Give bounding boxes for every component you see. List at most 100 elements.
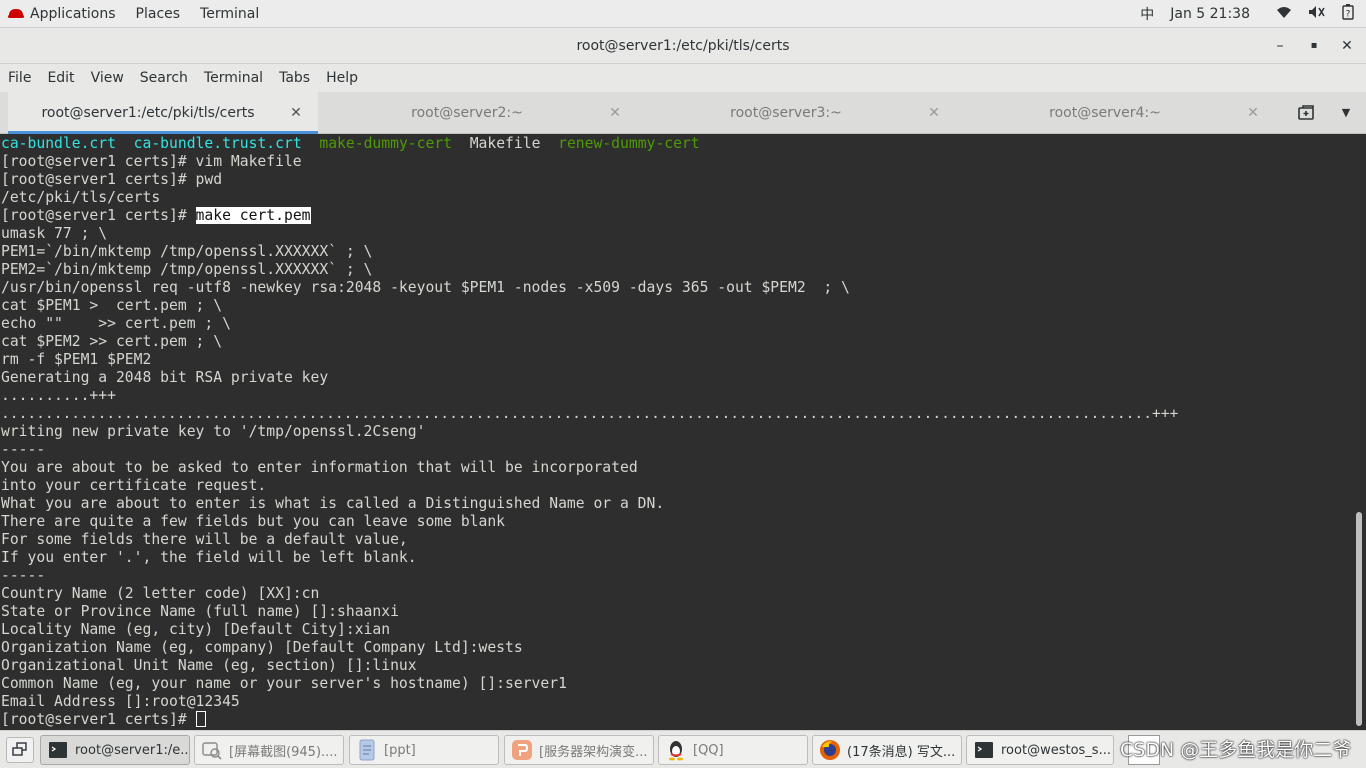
- terminal-line: For some fields there will be a default …: [1, 531, 408, 548]
- clock[interactable]: Jan 5 21:38: [1162, 6, 1268, 22]
- maximize-button[interactable]: ▪: [1303, 36, 1325, 56]
- ls-file: make-dummy-cert: [319, 135, 452, 152]
- tab-server3[interactable]: root@server3:~ ✕: [646, 92, 956, 134]
- terminal-output[interactable]: ca-bundle.crt ca-bundle.trust.crt make-d…: [0, 134, 1352, 730]
- ls-output-line: ca-bundle.crt ca-bundle.trust.crt make-d…: [1, 135, 1352, 153]
- ls-file: ca-bundle.crt: [1, 135, 116, 152]
- volume-icon[interactable]: [1300, 5, 1334, 23]
- window-title: root@server1:/etc/pki/tls/certs: [576, 38, 790, 54]
- terminal-line: PEM2=`/bin/mktemp /tmp/openssl.XXXXXX` ;…: [1, 261, 373, 278]
- tab-close-icon[interactable]: ✕: [288, 104, 304, 122]
- task-label: root@westos_s...: [1001, 742, 1111, 758]
- tab-close-icon[interactable]: ✕: [1245, 104, 1261, 122]
- menu-edit[interactable]: Edit: [39, 70, 82, 86]
- task-label: root@server1:/e...: [75, 742, 189, 758]
- menu-terminal[interactable]: Terminal: [196, 70, 271, 86]
- minimize-button[interactable]: –: [1269, 36, 1291, 56]
- terminal-line: Organization Name (eg, company) [Default…: [1, 639, 523, 656]
- task-label: (17条消息) 写文...: [847, 744, 956, 760]
- firefox-icon: [819, 739, 841, 761]
- terminal-line: What you are about to enter is what is c…: [1, 495, 665, 512]
- terminal-app-menu[interactable]: Terminal: [190, 6, 269, 22]
- terminal-line: ..........+++: [1, 387, 116, 404]
- selected-command[interactable]: make cert.pem: [195, 207, 311, 224]
- wifi-icon[interactable]: [1268, 5, 1300, 23]
- terminal-line: rm -f $PEM1 $PEM2: [1, 351, 152, 368]
- terminal-icon: [973, 739, 995, 761]
- terminal-line: cat $PEM1 > cert.pem ; \: [1, 297, 223, 314]
- system-tray: 中 Jan 5 21:38 ?: [1132, 0, 1366, 28]
- terminal-line: umask 77 ; \: [1, 225, 108, 242]
- menu-bar: File Edit View Search Terminal Tabs Help: [0, 64, 1366, 92]
- input-method-indicator[interactable]: 中: [1132, 4, 1162, 24]
- terminal-line: [root@server1 certs]# vim Makefile: [1, 153, 302, 170]
- terminal-line: [root@server1 certs]# make cert.pem: [1, 207, 1352, 225]
- tab-server1[interactable]: root@server1:/etc/pki/tls/certs ✕: [8, 92, 318, 134]
- tab-close-icon[interactable]: ✕: [926, 104, 942, 122]
- taskbar-item-terminal-westos[interactable]: root@westos_s...: [966, 735, 1114, 765]
- terminal-line: There are quite a few fields but you can…: [1, 513, 506, 530]
- tab-close-icon[interactable]: ✕: [607, 104, 623, 122]
- terminal-line: [root@server1 certs]# pwd: [1, 171, 223, 188]
- tab-server2[interactable]: root@server2:~ ✕: [327, 92, 637, 134]
- taskbar-item-terminal-server1[interactable]: root@server1:/e...: [40, 735, 190, 765]
- tab-label: root@server1:/etc/pki/tls/certs: [41, 105, 255, 121]
- terminal-icon: [47, 739, 69, 761]
- taskbar-item-presentation[interactable]: [服务器架构演变...: [504, 735, 654, 765]
- prompt-line[interactable]: [root@server1 certs]#: [1, 711, 1352, 729]
- tab-label: root@server3:~: [730, 105, 842, 121]
- menu-file[interactable]: File: [0, 70, 39, 86]
- close-window-button[interactable]: ✕: [1336, 36, 1358, 56]
- terminal-line: cat $PEM2 >> cert.pem ; \: [1, 333, 223, 350]
- terminal-scrollbar[interactable]: [1352, 134, 1366, 730]
- tab-label: root@server2:~: [411, 105, 523, 121]
- tab-server4[interactable]: root@server4:~ ✕: [965, 92, 1275, 134]
- prompt: [root@server1 certs]#: [1, 207, 196, 224]
- tab-menu-chevron-down-icon[interactable]: ▼: [1338, 102, 1354, 124]
- prompt: [root@server1 certs]#: [1, 711, 196, 728]
- task-label: [屏幕截图(945)....: [229, 744, 338, 760]
- window-titlebar[interactable]: root@server1:/etc/pki/tls/certs – ▪ ✕: [0, 28, 1366, 64]
- terminal-line: echo "" >> cert.pem ; \: [1, 315, 231, 332]
- presentation-icon: [511, 739, 533, 761]
- new-tab-icon[interactable]: [1296, 102, 1318, 124]
- menu-view[interactable]: View: [83, 70, 132, 86]
- places-menu[interactable]: Places: [126, 6, 191, 22]
- terminal-line: You are about to be asked to enter infor…: [1, 459, 638, 476]
- tab-bar: root@server1:/etc/pki/tls/certs ✕ root@s…: [0, 92, 1366, 134]
- menu-help[interactable]: Help: [318, 70, 366, 86]
- terminal-line: Locality Name (eg, city) [Default City]:…: [1, 621, 391, 638]
- terminal-line: -----: [1, 567, 46, 584]
- terminal-line: Generating a 2048 bit RSA private key: [1, 369, 329, 386]
- ls-file: renew-dummy-cert: [558, 135, 700, 152]
- redhat-logo-icon: [8, 8, 24, 20]
- terminal-line: Organizational Unit Name (eg, section) […: [1, 657, 417, 674]
- tab-label: root@server4:~: [1049, 105, 1161, 121]
- battery-unknown-icon[interactable]: ?: [1334, 4, 1366, 24]
- terminal-line: /etc/pki/tls/certs: [1, 189, 161, 206]
- taskbar-item-firefox[interactable]: (17条消息) 写文...: [812, 735, 962, 765]
- applications-label[interactable]: Applications: [30, 6, 126, 22]
- gnome-top-bar: Applications Places Terminal 中 Jan 5 21:…: [0, 0, 1366, 28]
- show-desktop-button[interactable]: [6, 737, 34, 763]
- terminal-line: Common Name (eg, your name or your serve…: [1, 675, 567, 692]
- task-label: [ppt]: [384, 742, 416, 758]
- terminal-line: /usr/bin/openssl req -utf8 -newkey rsa:2…: [1, 279, 850, 296]
- csdn-watermark: CSDN @王多鱼我是你二爷: [1120, 739, 1352, 761]
- terminal-line: writing new private key to '/tmp/openssl…: [1, 423, 426, 440]
- terminal-line: into your certificate request.: [1, 477, 267, 494]
- taskbar-item-qq[interactable]: [QQ]: [658, 735, 808, 765]
- taskbar-item-screenshot[interactable]: [屏幕截图(945)....: [194, 735, 344, 765]
- terminal-line: State or Province Name (full name) []:sh…: [1, 603, 399, 620]
- terminal-line: Email Address []:root@12345: [1, 693, 240, 710]
- scrollbar-thumb[interactable]: [1356, 512, 1362, 726]
- task-label: [QQ]: [693, 742, 724, 758]
- task-label: [服务器架构演变...: [539, 744, 648, 760]
- document-icon: [356, 739, 378, 761]
- screenshot-icon: [201, 739, 223, 761]
- menu-search[interactable]: Search: [132, 70, 196, 86]
- menu-tabs[interactable]: Tabs: [271, 70, 318, 86]
- terminal-line: Country Name (2 letter code) [XX]:cn: [1, 585, 320, 602]
- taskbar-item-ppt[interactable]: [ppt]: [349, 735, 499, 765]
- applications-menu[interactable]: Applications: [0, 6, 126, 22]
